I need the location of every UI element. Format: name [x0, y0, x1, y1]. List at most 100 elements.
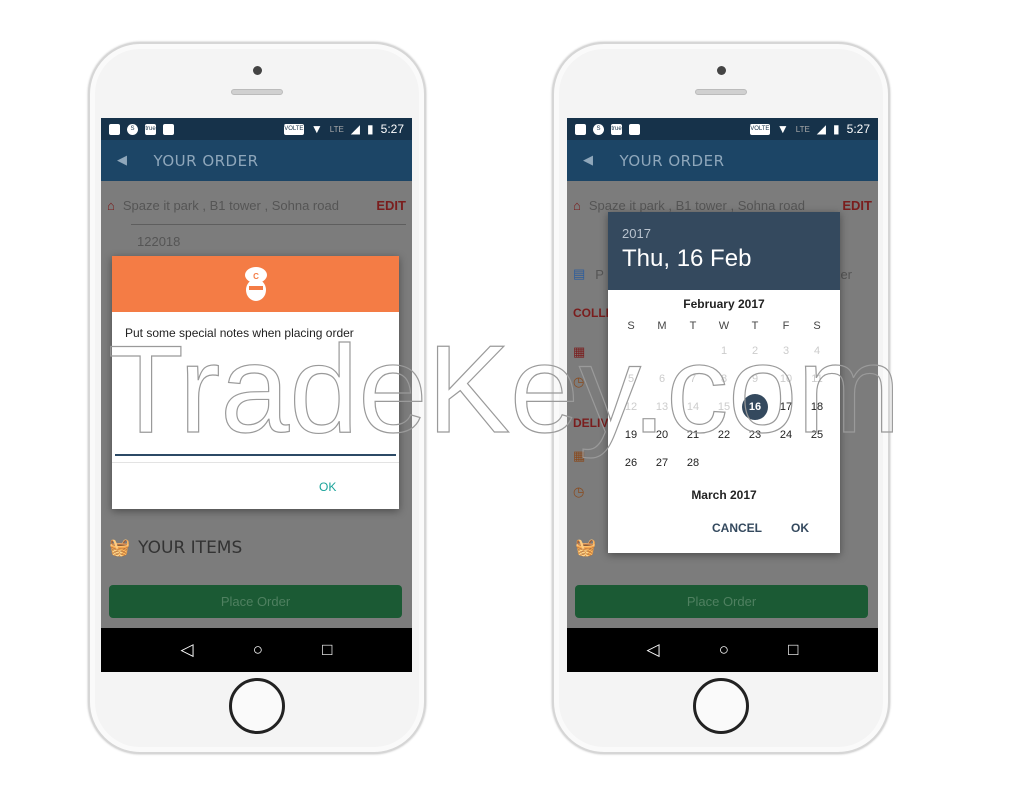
address-row: ⌂ Spaze it park , B1 tower , Sohna road ED…: [573, 198, 872, 213]
day-cell[interactable]: 20: [647, 421, 678, 449]
cancel-button[interactable]: CANCEL: [712, 521, 762, 535]
back-nav-icon[interactable]: ◁: [181, 640, 194, 660]
home-button[interactable]: [693, 678, 749, 734]
weekday-header: S: [627, 320, 635, 332]
day-cell: 10: [779, 373, 793, 385]
date-picker-dialog: 2017 Thu, 16 Feb February 2017 SMTWTFS12…: [608, 212, 840, 553]
day-cell[interactable]: 26: [616, 449, 647, 477]
weekday-header: W: [718, 320, 730, 332]
day-cell: 3: [782, 345, 790, 357]
weekday-header: S: [813, 320, 821, 332]
your-items-header: 🧺 YOUR ITEMS: [109, 538, 406, 558]
volte-icon: VOLTE: [749, 123, 770, 135]
chef-mascot-icon: C: [244, 267, 267, 301]
next-month-label: March 2017: [691, 488, 757, 502]
day-cell: 11: [811, 373, 823, 385]
skype-icon: S: [593, 123, 604, 135]
status-bar: Strue VOLTE ▼ LTE ◢ ▮ 5:27: [567, 118, 878, 140]
notes-text-end: er: [840, 266, 852, 282]
day-cell: 7: [689, 373, 697, 385]
home-icon: ⌂: [107, 198, 115, 213]
day-cell[interactable]: 23: [740, 421, 771, 449]
screen: Strue VOLTE ▼ LTE ◢ ▮ 5:27 ◀ YOUR ORDER ⌂ Spa…: [567, 118, 878, 672]
picker-year[interactable]: 2017: [622, 226, 826, 241]
wifi-icon: ▼: [310, 122, 323, 136]
day-cell: 8: [720, 373, 728, 385]
calendar-grid: S M T W T F S 1 2 3 4 5 6 7 8 9 10 11 12 13 14 15 16 17 18 19 20 21…: [616, 315, 833, 477]
weekday-header: T: [689, 320, 697, 332]
home-nav-icon[interactable]: ○: [253, 640, 263, 660]
basket-icon: 🧺: [109, 538, 131, 558]
gallery-icon: [575, 123, 586, 135]
weekday-header: M: [657, 320, 667, 332]
battery-icon: ▮: [367, 122, 374, 136]
gallery-icon: [109, 123, 120, 135]
phone-left: Strue VOLTE ▼ LTE ◢ ▮ 5:27 ◀ YOUR ORDER ⌂ Spa…: [88, 42, 426, 754]
empty-cell: [771, 449, 802, 477]
day-cell[interactable]: 22: [709, 421, 740, 449]
your-items-label: YOUR ITEMS: [138, 538, 243, 558]
home-icon: ⌂: [573, 198, 581, 213]
ok-button[interactable]: OK: [791, 521, 809, 535]
truecaller-icon: true: [611, 123, 622, 135]
phone-right: Strue VOLTE ▼ LTE ◢ ▮ 5:27 ◀ YOUR ORDER ⌂ Spa…: [552, 42, 890, 754]
day-cell: 5: [627, 373, 635, 385]
home-button[interactable]: [229, 678, 285, 734]
signal-icon: ◢: [350, 122, 361, 136]
selected-day[interactable]: 16: [742, 394, 768, 420]
place-order-button[interactable]: Place Order: [109, 585, 402, 618]
android-nav-bar: ◁ ○ □: [101, 628, 412, 672]
day-cell: 14: [686, 401, 700, 413]
app-bar: ◀ YOUR ORDER: [567, 140, 878, 181]
day-cell: 1: [720, 345, 728, 357]
edit-button[interactable]: EDIT: [376, 198, 406, 213]
picker-date: Thu, 16 Feb: [622, 245, 752, 272]
recents-nav-icon[interactable]: □: [788, 640, 798, 660]
screen: Strue VOLTE ▼ LTE ◢ ▮ 5:27 ◀ YOUR ORDER ⌂ Spa…: [101, 118, 412, 672]
recents-nav-icon[interactable]: □: [322, 640, 332, 660]
battery-icon: ▮: [833, 122, 840, 136]
day-cell[interactable]: 25: [802, 421, 833, 449]
input-underline: [115, 454, 396, 456]
day-cell[interactable]: 17: [771, 393, 802, 421]
wifi-icon: ▼: [776, 122, 789, 136]
home-nav-icon[interactable]: ○: [719, 640, 729, 660]
edit-button[interactable]: EDIT: [842, 198, 872, 213]
app-bar: ◀ YOUR ORDER: [101, 140, 412, 181]
pincode: 122018: [137, 234, 181, 249]
day-cell[interactable]: 28: [678, 449, 709, 477]
day-cell[interactable]: 16: [740, 393, 771, 421]
signal-icon: ◢: [816, 122, 827, 136]
notes-input[interactable]: Put some special notes when placing orde…: [112, 312, 399, 340]
note-icon: ▤: [573, 266, 586, 281]
day-cell: 12: [624, 401, 638, 413]
day-cell[interactable]: 27: [647, 449, 678, 477]
back-icon[interactable]: ◀: [117, 153, 128, 168]
back-nav-icon[interactable]: ◁: [647, 640, 660, 660]
picker-header: 2017 Thu, 16 Feb: [608, 212, 840, 290]
notes-dialog: C Put some special notes when placing or…: [112, 256, 399, 509]
weekday-header: F: [782, 320, 790, 332]
camera: [253, 66, 262, 75]
day-cell: 13: [655, 401, 669, 413]
empty-cell: [709, 449, 740, 477]
android-icon: [163, 123, 174, 135]
volte-icon: VOLTE: [283, 123, 304, 135]
empty-cell: [647, 337, 678, 365]
truecaller-icon: true: [145, 123, 156, 135]
day-cell: 2: [751, 345, 759, 357]
camera: [717, 66, 726, 75]
month-label: February 2017: [683, 297, 765, 311]
ok-button[interactable]: OK: [319, 480, 336, 494]
android-icon: [629, 123, 640, 135]
back-icon[interactable]: ◀: [583, 153, 594, 168]
clock: 5:27: [846, 122, 870, 136]
day-cell: 15: [717, 401, 731, 413]
android-nav-bar: ◁ ○ □: [567, 628, 878, 672]
day-cell[interactable]: 21: [678, 421, 709, 449]
day-cell[interactable]: 18: [802, 393, 833, 421]
place-order-button[interactable]: Place Order: [575, 585, 868, 618]
speaker: [695, 89, 747, 95]
day-cell[interactable]: 24: [771, 421, 802, 449]
day-cell[interactable]: 19: [616, 421, 647, 449]
